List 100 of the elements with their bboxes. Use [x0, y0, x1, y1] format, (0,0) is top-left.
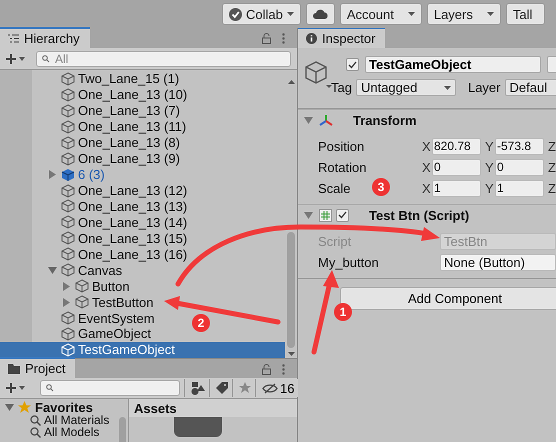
- active-checkbox[interactable]: [346, 58, 359, 71]
- hierarchy-tab[interactable]: Hierarchy: [0, 27, 90, 48]
- plus-icon: [6, 54, 26, 64]
- property-label: Scale: [318, 180, 351, 196]
- cube-icon: [61, 184, 75, 198]
- lock-icon[interactable]: [262, 364, 271, 375]
- axis-label: X: [422, 160, 432, 174]
- cube-icon: [61, 120, 75, 134]
- search-icon: [46, 384, 55, 392]
- layer-label: Layer: [468, 80, 500, 95]
- number-field[interactable]: 820.78: [432, 138, 481, 154]
- name-field[interactable]: TestGameObject: [365, 56, 541, 73]
- axis-label: Y: [485, 138, 495, 154]
- favorites-item[interactable]: All Materials: [0, 414, 110, 426]
- hierarchy-item[interactable]: One_Lane_13 (14): [32, 214, 188, 230]
- caret-icon: [286, 12, 294, 16]
- hierarchy-item[interactable]: TestButton: [32, 294, 154, 310]
- cube-icon: [61, 263, 75, 278]
- hidden-count-button[interactable]: 16: [255, 379, 300, 397]
- hierarchy-item[interactable]: One_Lane_13 (16): [32, 246, 188, 262]
- component-title: Transform: [353, 112, 417, 128]
- toolbar-dropdown[interactable]: Account: [340, 3, 422, 25]
- collapsed-arrow-icon[interactable]: [48, 170, 57, 180]
- object-field[interactable]: None (Button): [440, 254, 556, 270]
- star-icon: [18, 400, 31, 414]
- cube-icon: [61, 152, 75, 166]
- hierarchy-item[interactable]: TestGameObject: [0, 342, 285, 358]
- menu-icon[interactable]: [282, 33, 285, 44]
- cube-icon: [75, 295, 89, 310]
- cube-icon: [61, 326, 75, 341]
- expanded-arrow-icon[interactable]: [48, 266, 57, 275]
- tag-icon: [216, 382, 228, 394]
- number-field[interactable]: -573.8: [495, 138, 544, 154]
- cube-icon: [61, 136, 75, 150]
- add-button[interactable]: [6, 383, 26, 393]
- property-label: Rotation: [318, 160, 366, 174]
- caret-icon: [486, 12, 494, 16]
- expanded-arrow-icon[interactable]: [304, 210, 313, 220]
- cube-icon: [61, 231, 75, 246]
- hierarchy-item[interactable]: One_Lane_13 (8): [32, 134, 180, 151]
- check-icon: [229, 8, 242, 20]
- hierarchy-item[interactable]: EventSystem: [32, 310, 155, 326]
- info-icon: [306, 33, 317, 44]
- layout-dropdown[interactable]: Tall: [506, 3, 546, 25]
- search-field[interactable]: [40, 380, 180, 396]
- scroll-up-icon[interactable]: [288, 80, 294, 84]
- expanded-arrow-icon[interactable]: [304, 116, 313, 124]
- favorites-item[interactable]: Favorites: [0, 400, 128, 414]
- cloud-icon: [312, 9, 328, 19]
- lock-icon[interactable]: [262, 33, 271, 44]
- project-tab[interactable]: Project: [0, 357, 76, 378]
- caret-icon: [408, 12, 415, 16]
- number-field[interactable]: 0: [432, 158, 481, 176]
- hierarchy-item[interactable]: 6 (3): [32, 166, 105, 183]
- search-icon: [30, 414, 41, 426]
- hierarchy-item[interactable]: GameObject: [32, 326, 151, 342]
- hierarchy-item[interactable]: One_Lane_13 (11): [32, 118, 186, 135]
- cube-icon: [61, 247, 75, 262]
- add-button[interactable]: [6, 54, 26, 64]
- search-icon: [42, 54, 51, 62]
- scrollbar[interactable]: [119, 417, 126, 442]
- cube-icon: [61, 342, 75, 357]
- hierarchy-item[interactable]: One_Lane_13 (10): [32, 86, 188, 103]
- collab-button[interactable]: Collab: [222, 3, 301, 25]
- list-icon: [8, 34, 19, 43]
- scroll-down-icon[interactable]: [288, 352, 294, 356]
- layer-dropdown[interactable]: Defaul: [504, 79, 556, 96]
- component-title: Test Btn (Script): [369, 208, 470, 222]
- script-icon: [319, 208, 332, 222]
- menu-icon[interactable]: [282, 364, 285, 375]
- axes-icon: [319, 114, 333, 126]
- toolbar-dropdown[interactable]: Layers: [426, 3, 501, 25]
- component-header[interactable]: Test Btn (Script): [298, 204, 556, 225]
- hierarchy-item[interactable]: One_Lane_13 (12): [32, 182, 188, 198]
- property-label: Script: [318, 234, 352, 248]
- tag-dropdown[interactable]: Untagged: [356, 79, 456, 96]
- cloud-button[interactable]: [306, 3, 335, 25]
- shapes-icon: [191, 382, 205, 394]
- hierarchy-item[interactable]: One_Lane_13 (15): [32, 230, 188, 246]
- hierarchy-item[interactable]: Canvas: [32, 262, 122, 278]
- hierarchy-item[interactable]: Button: [32, 278, 130, 294]
- expanded-arrow-icon[interactable]: [5, 402, 14, 412]
- cube-icon: [61, 72, 75, 86]
- hierarchy-item[interactable]: One_Lane_13 (13): [32, 198, 188, 214]
- number-field[interactable]: 0: [495, 158, 544, 176]
- inspector-tab[interactable]: Inspector: [298, 28, 386, 48]
- favorites-item[interactable]: All Models: [0, 426, 100, 438]
- number-field[interactable]: 1: [432, 180, 481, 196]
- search-field[interactable]: All: [36, 50, 291, 66]
- assets-header: Assets: [129, 399, 297, 417]
- axis-label: Y: [485, 160, 495, 174]
- hierarchy-item[interactable]: One_Lane_13 (7): [32, 102, 180, 119]
- tag-label: Tag: [331, 80, 352, 95]
- hierarchy-item[interactable]: Two_Lane_15 (1): [32, 71, 180, 87]
- hierarchy-item[interactable]: One_Lane_13 (9): [32, 150, 180, 167]
- number-field[interactable]: 1: [495, 180, 544, 196]
- enabled-checkbox[interactable]: [336, 208, 349, 222]
- component-header[interactable]: Transform: [298, 109, 556, 130]
- eye-slash-icon: [262, 382, 278, 394]
- plus-icon: [6, 383, 26, 393]
